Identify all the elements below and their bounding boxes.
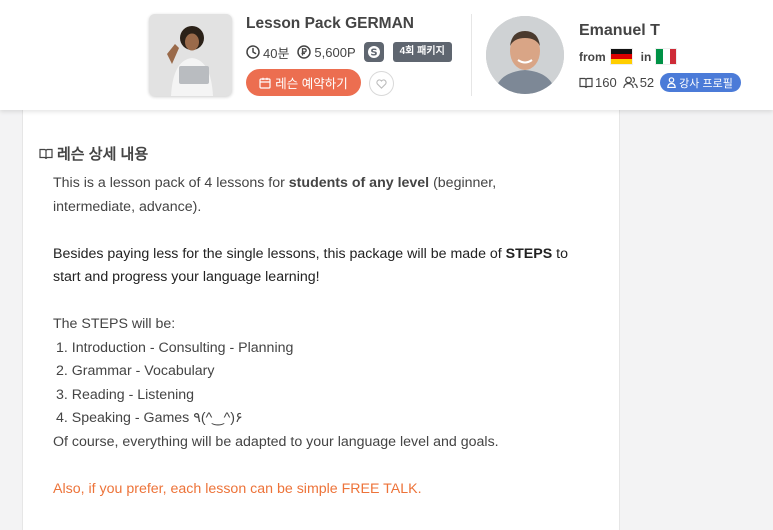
duration: 40분 bbox=[246, 43, 289, 62]
bold-text: students of any level bbox=[288, 175, 430, 191]
closing-text: Of course, everything will be adapted to… bbox=[53, 433, 499, 450]
lesson-description: This is a lesson pack of 4 lessons for s… bbox=[53, 172, 613, 501]
students-stat: 52 bbox=[622, 75, 655, 90]
teacher-stats: 160 52 강사 프로필 bbox=[579, 73, 741, 92]
free-talk-text: Also, if you prefer, each lesson can be … bbox=[53, 480, 422, 497]
header-divider bbox=[471, 14, 472, 96]
calendar-icon bbox=[259, 77, 271, 89]
favorite-button[interactable] bbox=[369, 71, 394, 96]
text: Besides paying less for the single lesso… bbox=[53, 245, 506, 262]
paragraph-steps: Besides paying less for the single lesso… bbox=[53, 243, 613, 290]
price-text: 5,600P bbox=[314, 44, 356, 60]
lesson-thumbnail bbox=[149, 14, 232, 96]
lessons-count: 160 bbox=[595, 75, 617, 90]
text: intermediate, advance). bbox=[53, 198, 202, 215]
user-icon bbox=[667, 77, 676, 88]
clock-icon bbox=[246, 45, 260, 59]
book-lesson-label: 레슨 예약하기 bbox=[275, 77, 348, 91]
teacher-profile-button[interactable]: 강사 프로필 bbox=[660, 73, 741, 92]
list-item: 1. Introduction - Consulting - Planning bbox=[56, 339, 294, 356]
students-count: 52 bbox=[639, 75, 655, 90]
price: 5,600P bbox=[297, 44, 356, 60]
paragraph-intro: This is a lesson pack of 4 lessons for s… bbox=[53, 172, 613, 219]
germany-flag-icon bbox=[609, 48, 633, 65]
book-lesson-button[interactable]: 레슨 예약하기 bbox=[246, 69, 361, 96]
in-label: in bbox=[640, 49, 652, 64]
teacher-photo bbox=[486, 16, 564, 94]
from-label: from bbox=[579, 49, 606, 64]
book-icon bbox=[39, 148, 53, 159]
teacher-origin: from in bbox=[579, 48, 678, 65]
bold-text: STEPS bbox=[505, 245, 553, 262]
text: to bbox=[552, 245, 568, 262]
text: This is a lesson pack of 4 lessons for bbox=[53, 175, 289, 191]
duration-text: 40분 bbox=[263, 45, 290, 61]
skype-icon: S bbox=[363, 42, 384, 62]
steps-intro: The STEPS will be: bbox=[53, 316, 176, 332]
lesson-meta: 40분 5,600P S 4회 패키지 bbox=[246, 42, 452, 62]
italy-flag-icon bbox=[655, 48, 678, 65]
lesson-details-heading-text: 레슨 상세 내용 bbox=[57, 146, 149, 163]
text: (beginner, bbox=[429, 175, 497, 191]
lesson-header: Lesson Pack GERMAN 40분 5,600P S 4회 패키지 레… bbox=[0, 0, 773, 110]
list-item: 3. Reading - Listening bbox=[56, 386, 195, 403]
book-icon bbox=[579, 77, 593, 88]
users-icon bbox=[622, 76, 638, 89]
teacher-name[interactable]: Emanuel T bbox=[579, 22, 660, 40]
package-badge: 4회 패키지 bbox=[392, 42, 452, 62]
list-item: 2. Grammar - Vocabulary bbox=[56, 363, 215, 379]
lesson-details-heading: 레슨 상세 내용 bbox=[39, 143, 148, 164]
heart-icon bbox=[376, 78, 387, 89]
teacher-profile-label: 강사 프로필 bbox=[679, 77, 733, 90]
list-item: 4. Speaking - Games ٩(^‿^)۶ bbox=[56, 410, 243, 426]
lesson-thumbnail-image bbox=[149, 14, 232, 96]
teacher-avatar[interactable] bbox=[486, 16, 564, 94]
lesson-details-card: 레슨 상세 내용 This is a lesson pack of 4 less… bbox=[22, 110, 620, 530]
lesson-title: Lesson Pack GERMAN bbox=[246, 15, 414, 32]
points-icon bbox=[297, 45, 312, 59]
text: start and progress your language learnin… bbox=[53, 269, 320, 285]
lessons-stat: 160 bbox=[579, 75, 617, 90]
svg-text:S: S bbox=[370, 48, 377, 59]
